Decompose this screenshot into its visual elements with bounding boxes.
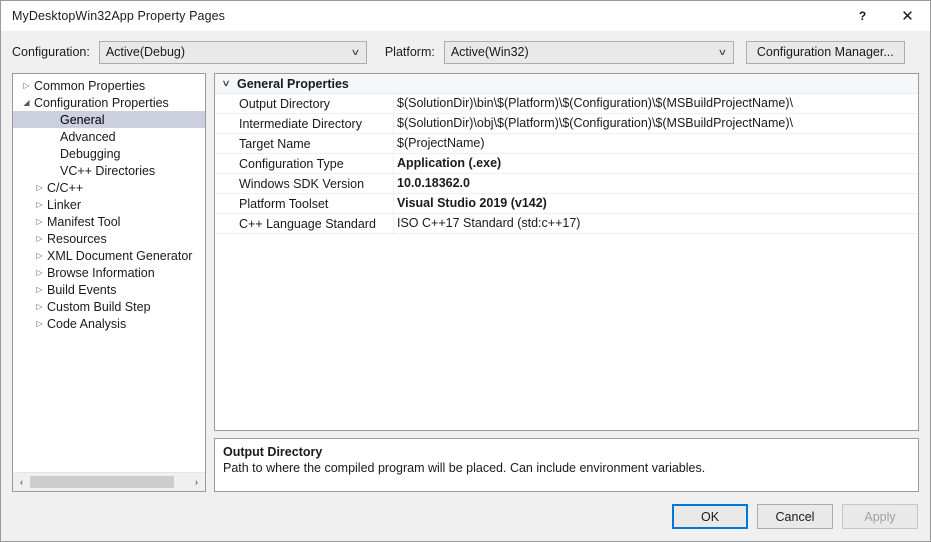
close-icon[interactable]: ✕	[885, 1, 930, 31]
property-rows: Output Directory $(SolutionDir)\bin\$(Pla…	[215, 94, 918, 234]
tree-item-custom-build-step[interactable]: ▷ Custom Build Step	[13, 298, 205, 315]
property-category-header[interactable]: ∨ General Properties	[215, 74, 918, 94]
configuration-manager-button[interactable]: Configuration Manager...	[745, 40, 905, 64]
tree-item-general[interactable]: General	[13, 111, 205, 128]
chevron-down-icon: ∨	[221, 78, 231, 88]
property-grid-panel: ∨ General Properties Output Directory $(S…	[214, 73, 919, 431]
cancel-button[interactable]: Cancel	[757, 504, 833, 529]
chevron-down-icon: ∨	[350, 46, 361, 57]
platform-label: Platform:	[384, 45, 435, 59]
tree-item-c-c[interactable]: ▷ C/C++	[13, 179, 205, 196]
platform-select[interactable]: Active(Win32) ∨	[443, 40, 734, 64]
collapsed-arrow-icon[interactable]: ▷	[32, 234, 47, 243]
description-title: Output Directory	[223, 445, 323, 459]
collapsed-arrow-icon[interactable]: ▷	[32, 217, 47, 226]
tree-item-xml-document-generator[interactable]: ▷ XML Document Generator	[13, 247, 205, 264]
tree-item-label: Resources	[47, 231, 107, 246]
apply-button: Apply	[842, 504, 918, 529]
property-name: Configuration Type	[239, 156, 344, 171]
property-row[interactable]: Platform Toolset Visual Studio 2019 (v142…	[215, 194, 918, 214]
property-pages-dialog: MyDesktopWin32App Property Pages ? ✕ Con…	[0, 0, 931, 542]
tree-item-label: Linker	[47, 197, 82, 212]
tree-item-linker[interactable]: ▷ Linker	[13, 196, 205, 213]
help-icon[interactable]: ?	[840, 1, 885, 31]
scrollbar-track[interactable]	[30, 473, 188, 491]
tree-item-label: VC++ Directories	[60, 163, 156, 178]
tree-item-vc-directories[interactable]: VC++ Directories	[13, 162, 205, 179]
collapsed-arrow-icon[interactable]: ▷	[32, 183, 47, 192]
property-value[interactable]: $(SolutionDir)\bin\$(Platform)\$(Configu…	[393, 94, 918, 113]
collapsed-arrow-icon[interactable]: ▷	[32, 302, 47, 311]
collapsed-arrow-icon[interactable]: ▷	[32, 268, 47, 277]
tree-item-label: Code Analysis	[47, 316, 127, 331]
scroll-right-icon[interactable]: ›	[188, 473, 205, 491]
property-name: Platform Toolset	[239, 196, 329, 211]
navigation-tree-panel: ▷ Common Properties ◢ Configuration Propert…	[12, 73, 206, 492]
scroll-left-icon[interactable]: ‹	[13, 473, 30, 491]
expanded-arrow-icon[interactable]: ◢	[19, 98, 34, 107]
description-panel: Output Directory Path to where the compi…	[214, 438, 919, 492]
collapsed-arrow-icon[interactable]: ▷	[32, 285, 47, 294]
collapsed-arrow-icon[interactable]: ▷	[32, 200, 47, 209]
tree-item-label: Configuration Properties	[34, 95, 169, 110]
title-bar-buttons: ? ✕	[840, 1, 930, 31]
description-text: Path to where the compiled program will …	[223, 461, 706, 475]
right-column: ∨ General Properties Output Directory $(S…	[214, 73, 919, 492]
collapsed-arrow-icon[interactable]: ▷	[19, 81, 34, 90]
collapsed-arrow-icon[interactable]: ▷	[32, 251, 47, 260]
property-category-label: General Properties	[237, 76, 349, 91]
property-value[interactable]: $(ProjectName)	[393, 134, 918, 153]
tree-item-label: C/C++	[47, 180, 84, 195]
property-name: Target Name	[239, 136, 311, 151]
tree-horizontal-scrollbar[interactable]: ‹ ›	[13, 472, 205, 491]
property-name: C++ Language Standard	[239, 216, 376, 231]
ok-button[interactable]: OK	[672, 504, 748, 529]
property-name: Intermediate Directory	[239, 116, 362, 131]
property-value[interactable]: 10.0.18362.0	[393, 174, 918, 193]
tree-item-build-events[interactable]: ▷ Build Events	[13, 281, 205, 298]
tree-item-code-analysis[interactable]: ▷ Code Analysis	[13, 315, 205, 332]
tree-item-label: Manifest Tool	[47, 214, 121, 229]
navigation-tree[interactable]: ▷ Common Properties ◢ Configuration Propert…	[13, 74, 205, 472]
tree-item-manifest-tool[interactable]: ▷ Manifest Tool	[13, 213, 205, 230]
tree-item-label: Common Properties	[34, 78, 146, 93]
tree-item-browse-information[interactable]: ▷ Browse Information	[13, 264, 205, 281]
tree-item-advanced[interactable]: Advanced	[13, 128, 205, 145]
dialog-body: ▷ Common Properties ◢ Configuration Propert…	[1, 73, 930, 492]
platform-select-value: Active(Win32)	[450, 45, 529, 59]
property-value[interactable]: Application (.exe)	[393, 154, 918, 173]
configuration-label: Configuration:	[12, 45, 90, 59]
configuration-bar: Configuration: Active(Debug) ∨ Platform:…	[1, 31, 930, 73]
tree-item-label: General	[60, 112, 105, 127]
property-row[interactable]: Output Directory $(SolutionDir)\bin\$(Pla…	[215, 94, 918, 114]
property-row[interactable]: Intermediate Directory $(SolutionDir)\obj…	[215, 114, 918, 134]
dialog-footer: OK Cancel Apply	[1, 492, 930, 541]
collapsed-arrow-icon[interactable]: ▷	[32, 319, 47, 328]
property-name: Output Directory	[239, 96, 331, 111]
tree-item-label: Advanced	[60, 129, 116, 144]
configuration-select-value: Active(Debug)	[105, 45, 186, 59]
property-value[interactable]: $(SolutionDir)\obj\$(Platform)\$(Configu…	[393, 114, 918, 133]
property-row[interactable]: C++ Language Standard ISO C++17 Standard …	[215, 214, 918, 234]
window-title: MyDesktopWin32App Property Pages	[12, 9, 226, 23]
scrollbar-thumb[interactable]	[30, 476, 174, 488]
title-bar: MyDesktopWin32App Property Pages ? ✕	[1, 1, 930, 31]
tree-item-common-properties[interactable]: ▷ Common Properties	[13, 77, 205, 94]
tree-item-label: Browse Information	[47, 265, 155, 280]
chevron-down-icon: ∨	[717, 46, 728, 57]
property-row[interactable]: Windows SDK Version 10.0.18362.0	[215, 174, 918, 194]
tree-item-resources[interactable]: ▷ Resources	[13, 230, 205, 247]
tree-item-debugging[interactable]: Debugging	[13, 145, 205, 162]
tree-item-label: XML Document Generator	[47, 248, 193, 263]
tree-item-label: Custom Build Step	[47, 299, 151, 314]
property-value[interactable]: ISO C++17 Standard (std:c++17)	[393, 214, 918, 233]
property-row[interactable]: Target Name $(ProjectName)	[215, 134, 918, 154]
tree-item-configuration-properties[interactable]: ◢ Configuration Properties	[13, 94, 205, 111]
property-row[interactable]: Configuration Type Application (.exe)	[215, 154, 918, 174]
tree-item-label: Debugging	[60, 146, 121, 161]
property-value[interactable]: Visual Studio 2019 (v142)	[393, 194, 918, 213]
property-name: Windows SDK Version	[239, 176, 365, 191]
tree-item-label: Build Events	[47, 282, 117, 297]
configuration-select[interactable]: Active(Debug) ∨	[98, 40, 367, 64]
